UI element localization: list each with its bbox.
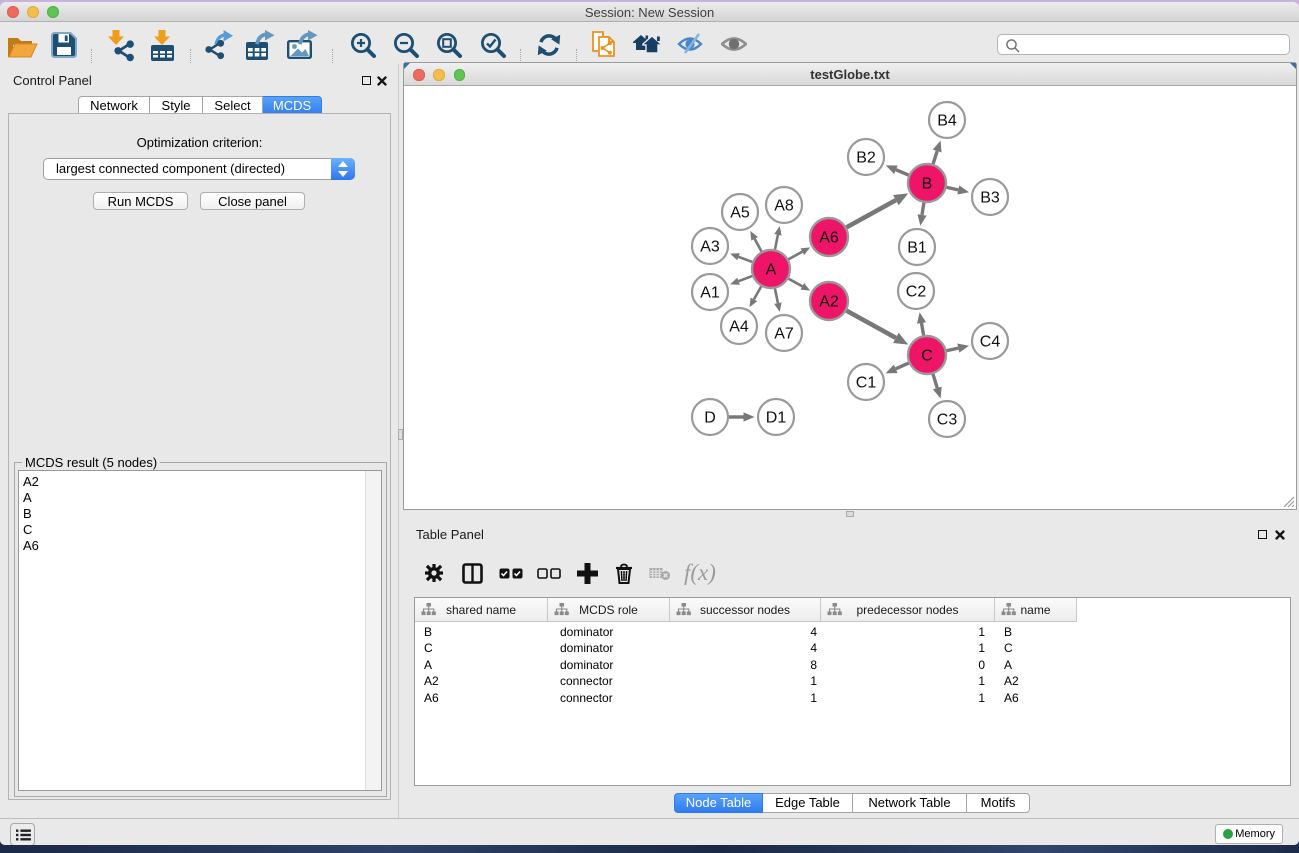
svg-text:A6: A6 bbox=[819, 230, 839, 247]
svg-text:C3: C3 bbox=[937, 412, 958, 429]
svg-text:A1: A1 bbox=[700, 285, 720, 302]
svg-text:C: C bbox=[921, 348, 933, 365]
svg-text:D1: D1 bbox=[766, 410, 787, 427]
svg-text:C1: C1 bbox=[856, 375, 877, 392]
svg-text:A: A bbox=[766, 262, 777, 279]
svg-text:C2: C2 bbox=[906, 284, 927, 301]
svg-text:C4: C4 bbox=[980, 334, 1001, 351]
svg-text:A4: A4 bbox=[729, 319, 749, 336]
svg-text:B1: B1 bbox=[907, 240, 927, 257]
svg-text:D: D bbox=[704, 410, 716, 427]
svg-text:B2: B2 bbox=[856, 150, 876, 167]
svg-text:A8: A8 bbox=[774, 198, 794, 215]
svg-text:A2: A2 bbox=[819, 294, 839, 311]
svg-text:A3: A3 bbox=[700, 239, 720, 256]
svg-text:B3: B3 bbox=[980, 190, 1000, 207]
svg-text:A7: A7 bbox=[774, 326, 794, 343]
svg-text:A5: A5 bbox=[730, 205, 750, 222]
svg-text:B4: B4 bbox=[937, 113, 957, 130]
svg-text:B: B bbox=[922, 176, 933, 193]
